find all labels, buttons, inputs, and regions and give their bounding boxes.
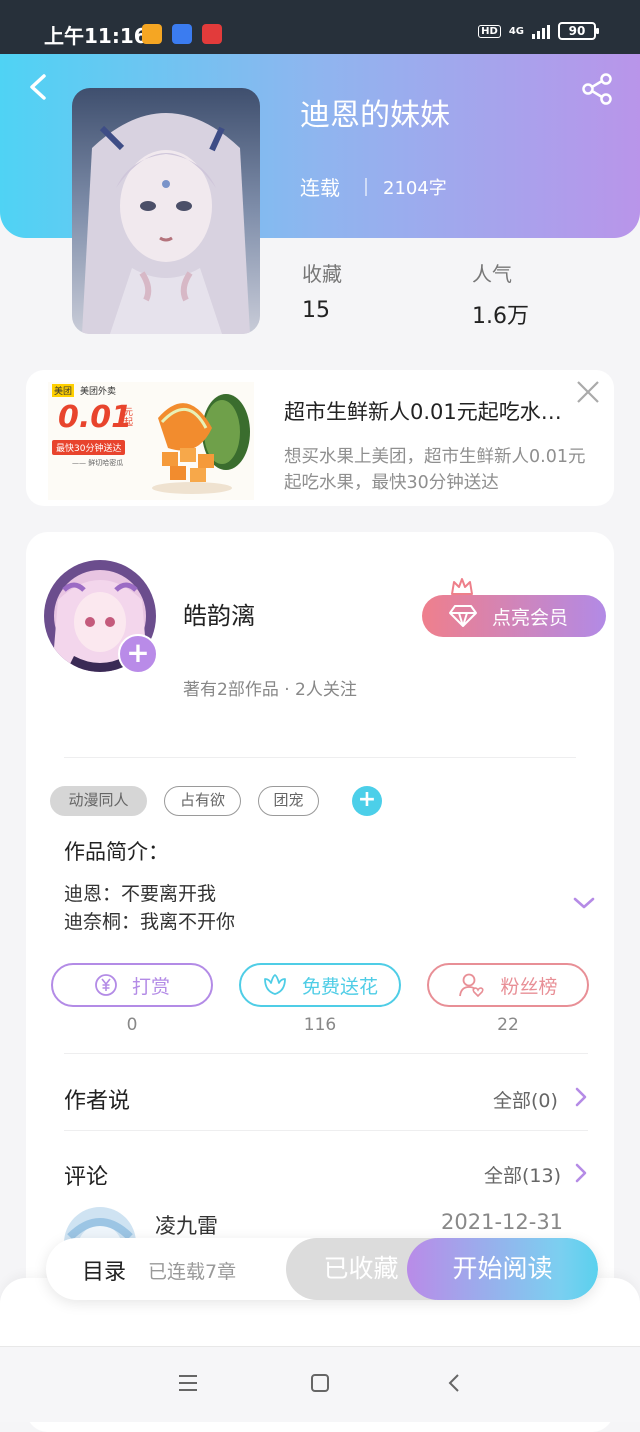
favorites-count: 15	[302, 298, 330, 323]
divider	[64, 757, 576, 758]
tip-button[interactable]: 打赏	[51, 963, 213, 1007]
share-icon[interactable]	[580, 72, 614, 106]
status-time: 上午11:16	[44, 24, 148, 48]
chevron-right-icon[interactable]	[574, 1086, 588, 1108]
ad-brand-2: 美团外卖	[80, 387, 117, 397]
battery-icon: 90	[558, 22, 599, 40]
fans-ranking-label: 粉丝榜	[500, 975, 558, 998]
send-flower-button[interactable]: 免费送花	[239, 963, 401, 1007]
close-icon[interactable]	[574, 378, 602, 406]
comments-all-link[interactable]: 全部(13)	[484, 1161, 561, 1188]
home-icon[interactable]	[309, 1372, 331, 1394]
popularity-label: 人气	[472, 262, 512, 286]
tip-count: 0	[126, 1015, 138, 1035]
yuan-coin-icon	[95, 974, 117, 996]
intro-line: 迪恩：不要离开我	[64, 883, 217, 905]
vip-label: 点亮会员	[492, 606, 569, 629]
flower-icon	[264, 974, 286, 995]
status-bar: 上午11:16 HD 4G 90	[0, 0, 640, 54]
ad-price-unit: 元起	[124, 408, 134, 428]
follow-author-button[interactable]: +	[118, 634, 158, 674]
tip-label: 打赏	[131, 975, 170, 998]
chapter-count: 已连载7章	[148, 1261, 237, 1283]
ad-image[interactable]: 美团 美团外卖 0.01 元起 最快30分钟送达 —— 鲜切哈密瓜	[48, 382, 254, 500]
send-flower-label: 免费送花	[301, 975, 378, 998]
melon-illustration	[152, 394, 250, 494]
divider	[365, 178, 367, 196]
start-reading-button[interactable]: 开始阅读	[407, 1238, 598, 1300]
diamond-icon	[449, 605, 477, 627]
book-cover[interactable]	[72, 88, 260, 334]
divider	[64, 1130, 588, 1131]
chevron-down-icon[interactable]	[572, 894, 596, 912]
add-tag-button[interactable]: +	[352, 786, 382, 816]
reading-action-bar: 目录 已连载7章 已收藏 开始阅读	[46, 1238, 598, 1300]
ad-price: 0.01	[58, 400, 133, 435]
ad-title[interactable]: 超市生鲜新人0.01元起吃水…	[284, 396, 584, 426]
tag-chip[interactable]: 动漫同人	[50, 786, 147, 816]
vip-button[interactable]: 点亮会员	[422, 595, 606, 637]
fans-ranking-button[interactable]: 粉丝榜	[427, 963, 589, 1007]
favorites-label: 收藏	[302, 262, 342, 286]
popularity-count: 1.6万	[472, 304, 529, 329]
ad-caption: —— 鲜切哈密瓜	[72, 459, 124, 467]
back-nav-icon[interactable]	[444, 1372, 466, 1394]
commenter-name[interactable]: 凌九雷	[155, 1210, 218, 1240]
ad-description: 想买水果上美团，超市生鲜新人0.01元起吃水果，最快30分钟送达	[284, 447, 586, 493]
intro-line: 迪奈桐：我离不开你	[64, 911, 236, 933]
book-title: 迪恩的妹妹	[300, 98, 450, 133]
chevron-right-icon[interactable]	[574, 1162, 588, 1184]
comments-title: 评论	[64, 1165, 109, 1190]
author-name[interactable]: 皓韵漓	[183, 596, 255, 631]
calendar-app-icon	[172, 24, 192, 44]
flower-count: 116	[303, 1015, 337, 1035]
network-type: 4G	[508, 25, 524, 37]
back-icon[interactable]	[24, 72, 54, 102]
book-status: 连载	[300, 176, 340, 200]
menu-icon[interactable]	[177, 1372, 199, 1394]
toc-button[interactable]: 目录	[82, 1254, 126, 1286]
fans-count: 22	[497, 1015, 519, 1035]
divider	[64, 1053, 588, 1054]
intro-heading: 作品简介：	[64, 840, 169, 864]
ad-badge: 最快30分钟送达	[52, 440, 126, 455]
hd-icon: HD	[478, 24, 501, 38]
ad-brand: 美团	[52, 384, 75, 397]
tag-chip[interactable]: 占有欲	[164, 786, 241, 816]
crown-icon	[451, 578, 473, 595]
user-heart-icon	[459, 973, 485, 998]
comment-date: 2021-12-31	[441, 1210, 564, 1234]
word-count: 2104字	[383, 178, 447, 199]
author-says-title: 作者说	[64, 1089, 131, 1114]
author-meta: 著有2部作品 · 2人关注	[183, 680, 357, 700]
author-says-all-link[interactable]: 全部(0)	[493, 1086, 558, 1113]
news-app-icon	[202, 24, 222, 44]
signal-icon	[532, 23, 550, 39]
notification-app-icon	[142, 24, 162, 44]
tag-chip[interactable]: 团宠	[258, 786, 319, 816]
